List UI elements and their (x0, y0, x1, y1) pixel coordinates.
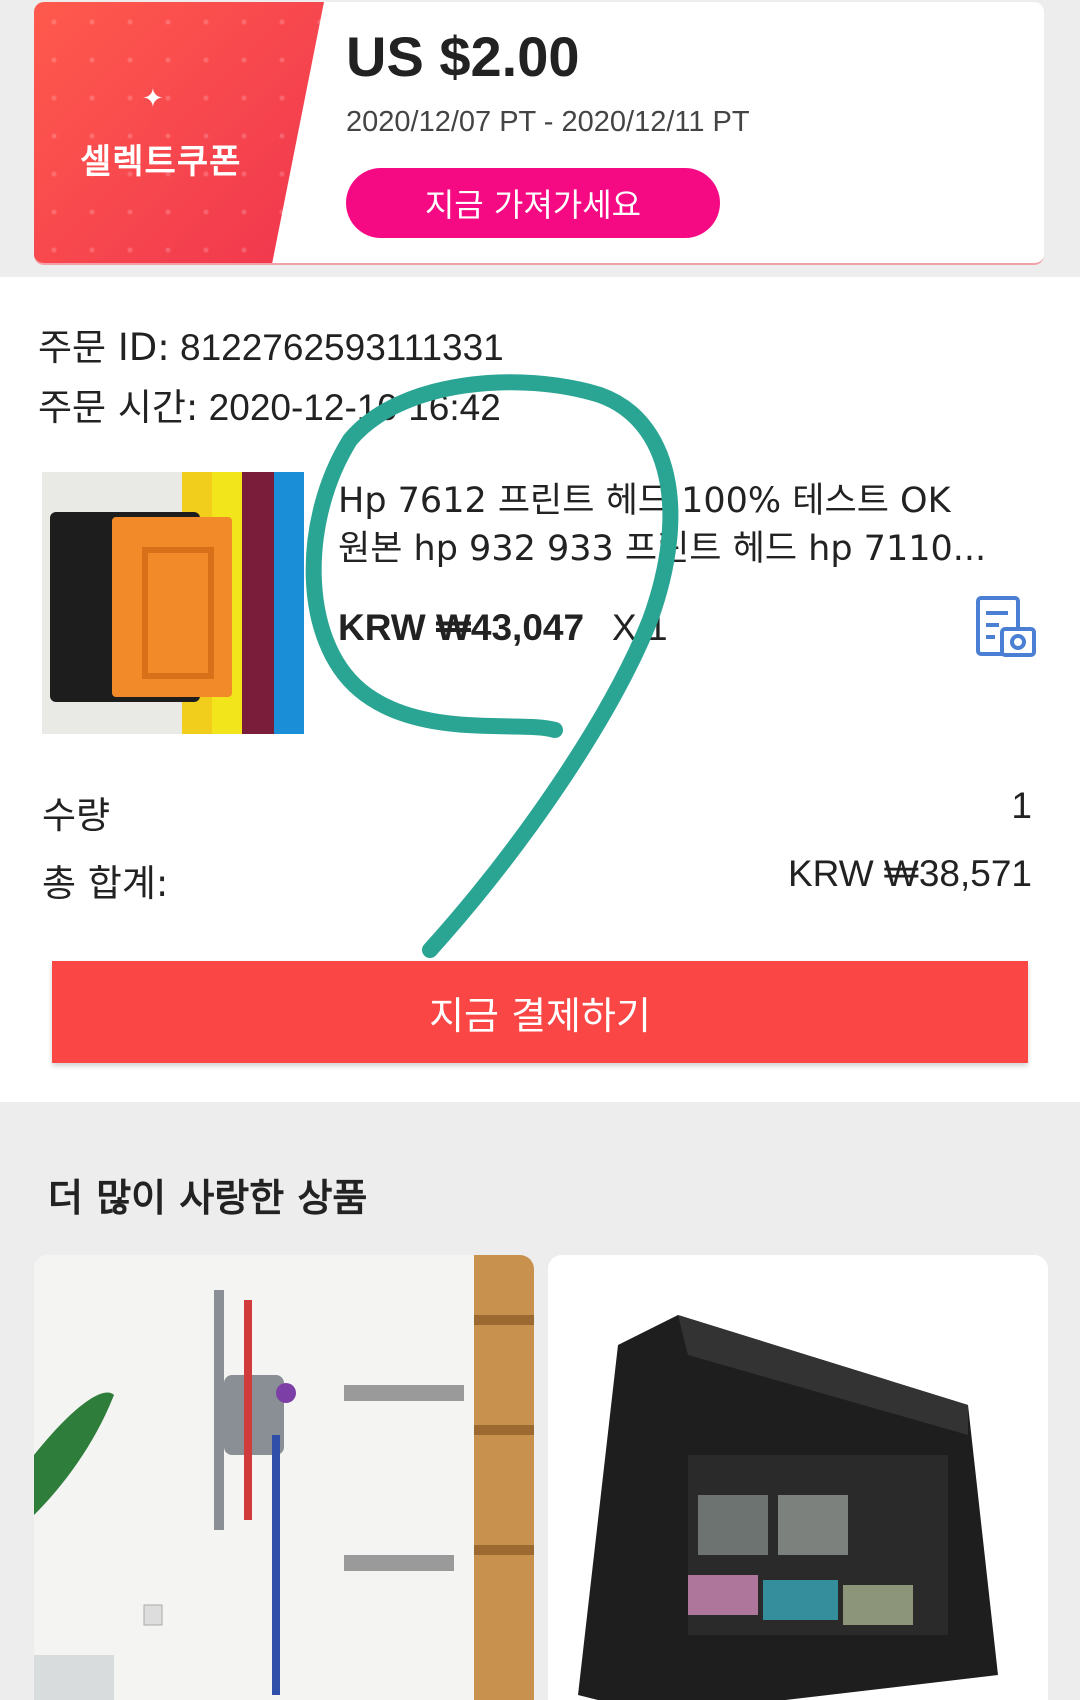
order-id-value[interactable]: 8122762593111331 (180, 327, 504, 368)
product-title-line1: Hp 7612 프린트 헤드 100% 테스트 OK (338, 481, 951, 521)
product-card[interactable] (34, 1255, 534, 1700)
product-card[interactable] (548, 1255, 1048, 1700)
order-id-label: 주문 ID: (38, 326, 170, 369)
order-time-row: 주문 시간: 2020-12-10 16:42 (38, 377, 501, 431)
quantity-value: 1 (1011, 785, 1032, 826)
total-value: KRW ₩38,571 (787, 853, 1032, 894)
coupon-badge-label: 셀렉트쿠폰 (80, 142, 242, 182)
product-title[interactable]: Hp 7612 프린트 헤드 100% 테스트 OK 원본 hp 932 933… (338, 477, 1028, 573)
coupon-dates: 2020/12/07 PT - 2020/12/11 PT (346, 106, 750, 138)
get-coupon-button[interactable]: 지금 가져가세요 (346, 168, 720, 238)
coupon-section: ✦ 셀렉트쿠폰 US $2.00 2020/12/07 PT - 2020/12… (0, 0, 1080, 277)
order-id-row: 주문 ID: 8122762593111331 (38, 317, 504, 371)
coupon-amount: US $2.00 (346, 25, 580, 88)
order-card: 주문 ID: 8122762593111331 주문 시간: 2020-12-1… (0, 277, 1080, 1102)
order-time-value: 2020-12-10 16:42 (208, 387, 501, 428)
photo-review-icon[interactable] (975, 595, 1037, 661)
coupon-badge: ✦ 셀렉트쿠폰 (34, 2, 324, 263)
total-label: 총 합계: (42, 862, 169, 905)
printhead-product-image (548, 1255, 1048, 1700)
vacuum-product-image (34, 1255, 534, 1700)
sparkle-icon: ✦ (142, 84, 164, 114)
product-thumbnail[interactable] (42, 472, 304, 734)
more-products-title: 더 많이 사랑한 상품 (48, 1176, 368, 1220)
product-price: KRW ₩43,047 (338, 607, 585, 648)
product-quantity: X 1 (612, 607, 668, 648)
pay-now-button[interactable]: 지금 결제하기 (52, 961, 1028, 1063)
product-title-line2: 원본 hp 932 933 프린트 헤드 hp 7110... (338, 529, 987, 569)
coupon-card: ✦ 셀렉트쿠폰 US $2.00 2020/12/07 PT - 2020/12… (34, 2, 1044, 265)
order-time-label: 주문 시간: (38, 386, 199, 429)
quantity-label: 수량 (42, 794, 111, 837)
